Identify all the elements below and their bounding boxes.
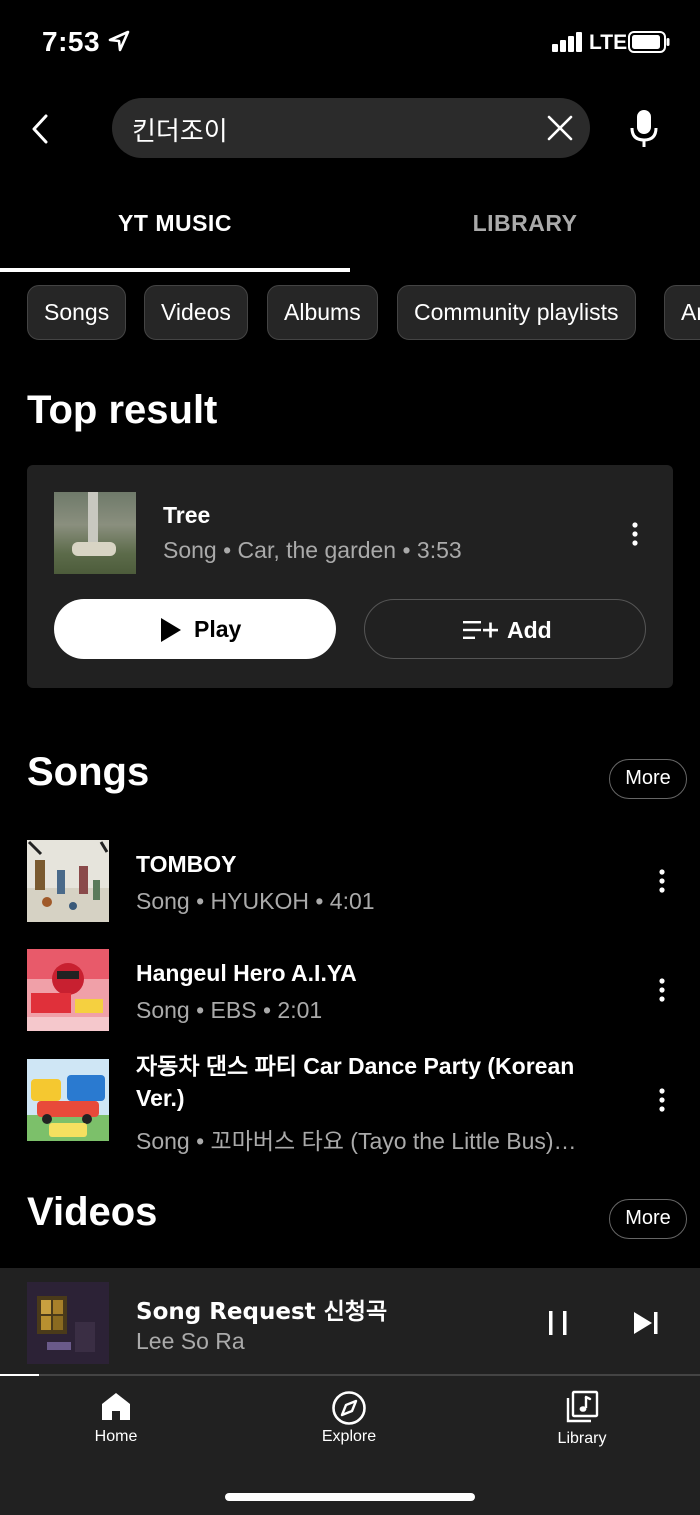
now-playing-artist: Lee So Ra xyxy=(136,1328,245,1354)
now-playing-thumbnail xyxy=(27,1282,109,1364)
top-result-subtitle: Song • Car, the garden • 3:53 xyxy=(163,537,462,563)
skip-next-icon[interactable] xyxy=(632,1310,660,1336)
home-indicator xyxy=(225,1493,475,1501)
compass-icon xyxy=(332,1391,366,1425)
status-time: 7:53 xyxy=(42,26,101,57)
song-title: TOMBOY xyxy=(136,851,237,877)
song-thumbnail xyxy=(27,840,109,922)
chip-community-playlists[interactable]: Community playlists xyxy=(397,285,636,340)
network-type: LTE xyxy=(589,31,628,54)
chip-artists[interactable]: Ar xyxy=(664,285,700,340)
more-options-icon[interactable] xyxy=(658,977,666,1003)
videos-heading: Videos xyxy=(27,1190,158,1234)
song-thumbnail xyxy=(27,949,109,1031)
song-subtitle: Song • 꼬마버스 타요 (Tayo the Little Bus)… xyxy=(136,1128,577,1154)
signal-strength-icon xyxy=(552,32,582,52)
now-playing-title: Song Request 신청곡 xyxy=(136,1299,388,1325)
source-tabs: YT MUSIC LIBRARY xyxy=(0,190,700,274)
play-icon xyxy=(161,618,181,642)
more-options-icon[interactable] xyxy=(658,1087,666,1113)
tab-yt-music[interactable]: YT MUSIC xyxy=(0,210,350,237)
active-tab-indicator xyxy=(0,268,350,272)
videos-more-button[interactable]: More xyxy=(609,1199,687,1239)
tab-library[interactable]: LIBRARY xyxy=(350,210,700,237)
song-item[interactable]: 자동차 댄스 파티 Car Dance Party (Korean Ver.) … xyxy=(0,1050,700,1154)
search-input[interactable]: 킨더조이 xyxy=(112,98,590,158)
top-result-title: Tree xyxy=(163,502,211,528)
pause-icon[interactable] xyxy=(546,1310,570,1336)
status-bar: 7:53 LTE xyxy=(0,0,700,86)
back-arrow-icon[interactable] xyxy=(26,110,58,148)
filter-chips: Songs Videos Albums Community playlists … xyxy=(27,285,700,341)
song-subtitle: Song • EBS • 2:01 xyxy=(136,997,323,1023)
add-to-queue-button[interactable]: Add xyxy=(364,599,646,659)
nav-home-label: Home xyxy=(94,1428,138,1445)
battery-icon xyxy=(628,31,670,53)
nav-library[interactable]: Library xyxy=(522,1390,642,1448)
nav-explore[interactable]: Explore xyxy=(289,1390,409,1446)
top-result-card[interactable]: Tree Song • Car, the garden • 3:53 Play … xyxy=(27,465,673,688)
song-item[interactable]: Hangeul Hero A.I.YA Song • EBS • 2:01 xyxy=(0,949,700,1039)
nav-explore-label: Explore xyxy=(321,1428,377,1445)
top-result-heading: Top result xyxy=(27,388,218,432)
top-result-thumbnail xyxy=(54,492,136,574)
nav-library-label: Library xyxy=(557,1430,607,1447)
more-options-icon[interactable] xyxy=(631,521,639,547)
location-arrow-icon xyxy=(108,30,130,52)
more-options-icon[interactable] xyxy=(658,868,666,894)
nav-home[interactable]: Home xyxy=(56,1390,176,1446)
search-query[interactable]: 킨더조이 xyxy=(132,111,228,148)
song-item[interactable]: TOMBOY Song • HYUKOH • 4:01 xyxy=(0,840,700,930)
song-title: 자동차 댄스 파티 Car Dance Party (Korean Ver.) xyxy=(136,1053,575,1111)
clear-search-icon[interactable] xyxy=(546,114,574,142)
home-icon xyxy=(102,1393,130,1420)
chip-songs[interactable]: Songs xyxy=(27,285,127,340)
add-button-label: Add xyxy=(507,617,552,643)
play-button-label: Play xyxy=(194,616,242,642)
mini-player[interactable]: Song Request 신청곡 Lee So Ra xyxy=(0,1268,700,1376)
library-icon xyxy=(566,1390,599,1423)
song-subtitle: Song • HYUKOH • 4:01 xyxy=(136,888,375,914)
song-title: Hangeul Hero A.I.YA xyxy=(136,960,357,986)
songs-more-button[interactable]: More xyxy=(609,759,687,799)
play-button[interactable]: Play xyxy=(54,599,336,659)
microphone-icon[interactable] xyxy=(628,108,660,148)
chip-albums[interactable]: Albums xyxy=(267,285,378,340)
chip-videos[interactable]: Videos xyxy=(144,285,248,340)
song-thumbnail xyxy=(27,1059,109,1141)
add-to-queue-icon xyxy=(463,621,498,639)
songs-heading: Songs xyxy=(27,750,150,794)
